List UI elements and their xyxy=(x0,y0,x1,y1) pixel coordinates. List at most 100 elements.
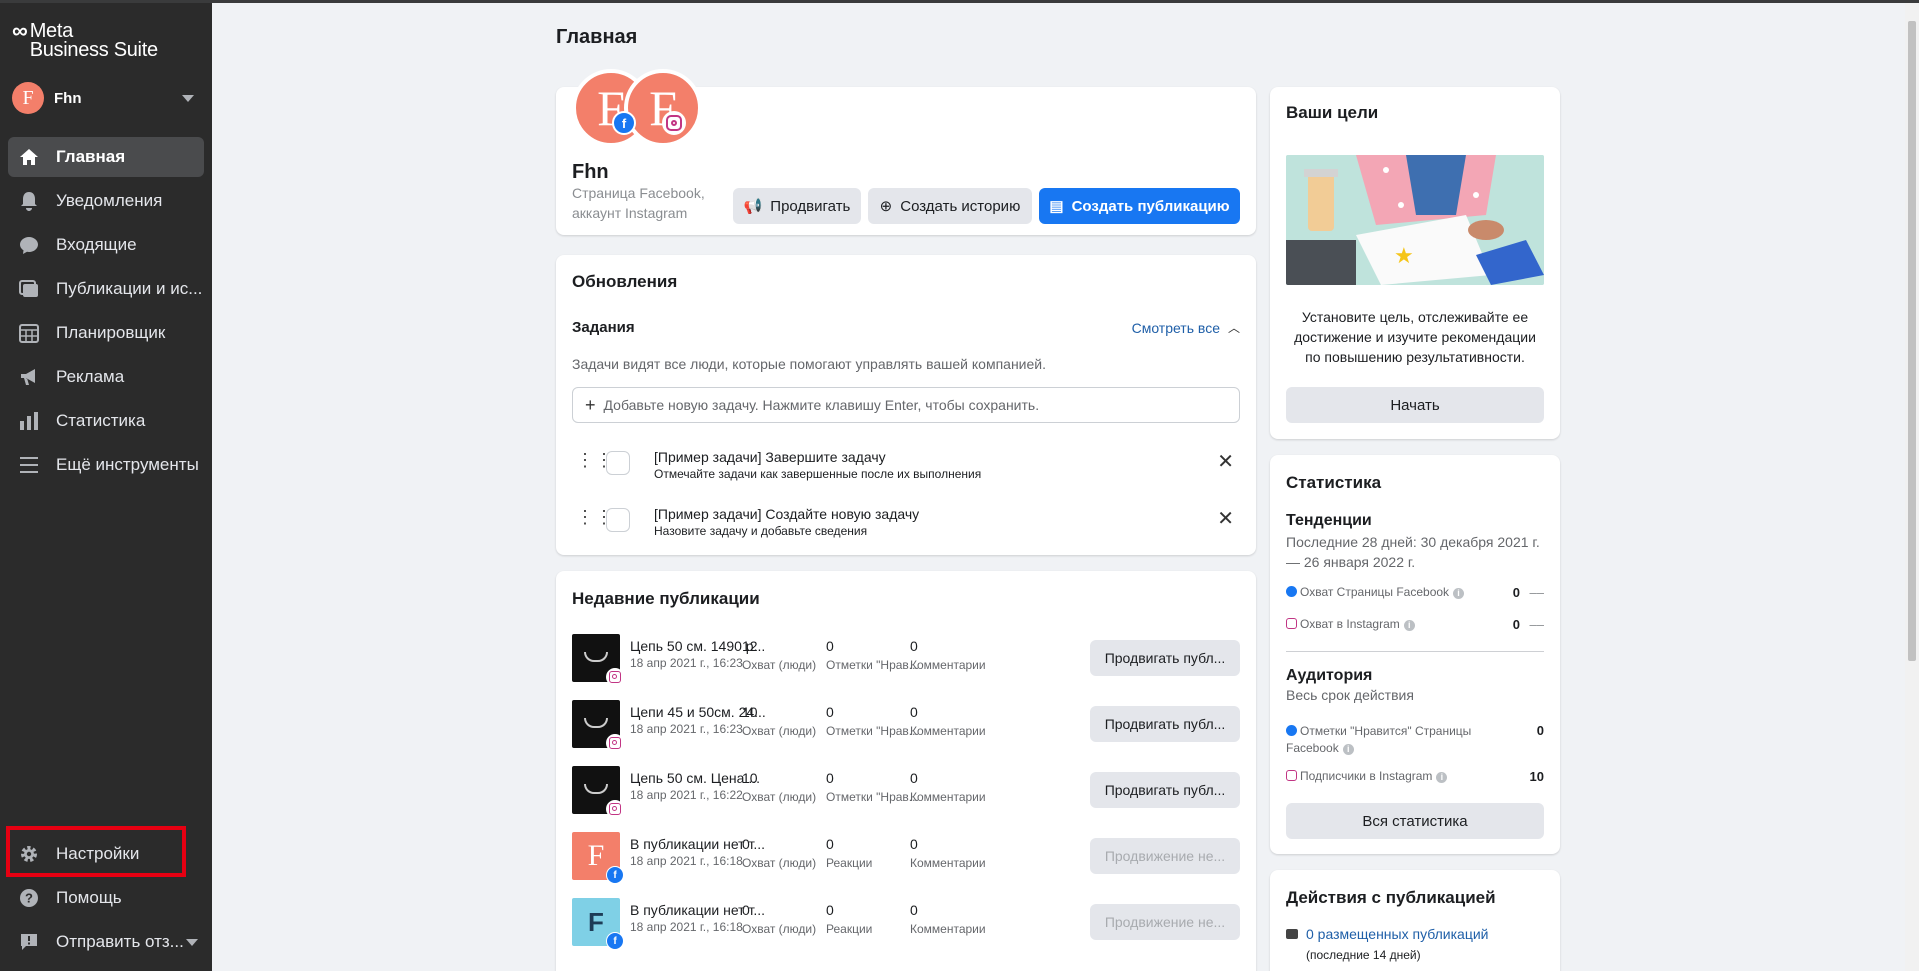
help-icon: ? xyxy=(18,887,40,909)
sidebar-item-posts[interactable]: Публикации и ис... xyxy=(8,269,204,309)
post-row[interactable]: FfВ публикации нет т... 18 апр 2021 г., 1… xyxy=(572,832,1240,884)
info-icon[interactable]: i xyxy=(1436,772,1448,783)
sidebar-item-label: Публикации и ис... xyxy=(56,279,203,298)
task-row: ⋮⋮ [Пример задачи] Создайте новую задачу… xyxy=(572,502,1240,550)
chain-photo xyxy=(584,784,608,794)
post-metric-likes: 0 Отметки "Нрав... xyxy=(826,638,919,672)
post-row[interactable]: Цепь 50 см. 1490 р... 18 апр 2021 г., 16:… xyxy=(572,634,1240,686)
promote-post-button[interactable]: Продвигать публ... xyxy=(1090,772,1240,808)
page-scrollbar[interactable] xyxy=(1905,3,1919,971)
post-row[interactable]: Цепи 45 и 50см. 24... 18 апр 2021 г., 16:… xyxy=(572,700,1240,752)
sidebar-item-more-tools[interactable]: Ещё инструменты xyxy=(8,445,204,485)
avatar: F xyxy=(12,82,44,114)
caret-down-icon xyxy=(186,938,198,946)
instagram-icon xyxy=(1286,618,1297,629)
statistics-title: Статистика xyxy=(1286,473,1382,492)
sidebar-item-ads[interactable]: Реклама xyxy=(8,357,204,397)
sidebar-item-label: Ещё инструменты xyxy=(56,455,199,474)
trends-title: Тенденции xyxy=(1286,512,1372,529)
chain-photo xyxy=(584,652,608,662)
logo-text-bottom: Business Suite xyxy=(29,39,158,61)
drag-handle-icon[interactable]: ⋮⋮ xyxy=(576,508,613,526)
profile-name[interactable]: Fhn xyxy=(572,161,609,184)
post-metric-comments: 0 Комментарии xyxy=(910,770,986,804)
account-switcher[interactable]: F Fhn xyxy=(12,81,200,115)
instagram-account-avatar[interactable]: F xyxy=(624,69,702,147)
post-metric-comments: 0 Комментарии xyxy=(910,638,986,672)
sidebar-item-home[interactable]: Главная xyxy=(8,137,204,177)
task-row: ⋮⋮ [Пример задачи] Завершите задачу Отме… xyxy=(572,445,1240,493)
menu-icon xyxy=(18,454,40,476)
info-icon[interactable]: i xyxy=(1453,588,1465,599)
post-actions-card: Действия с публикацией 0 размещенных пуб… xyxy=(1270,870,1560,971)
tasks-description: Задачи видят все люди, которые помогают … xyxy=(572,356,1046,372)
fb-likes-row: Отметки "Нравится" Страницы Facebook i xyxy=(1286,724,1472,755)
start-goal-button[interactable]: Начать xyxy=(1286,387,1544,423)
posts-list-icon xyxy=(1286,929,1298,939)
instagram-icon xyxy=(1286,770,1297,781)
meta-business-suite-logo[interactable]: ∞ Meta Business Suite xyxy=(12,18,158,61)
ig-followers-value: 10 xyxy=(1529,769,1544,784)
drag-handle-icon[interactable]: ⋮⋮ xyxy=(576,451,613,469)
chain-photo xyxy=(584,718,608,728)
promote-post-button[interactable]: Продвигать публ... xyxy=(1090,706,1240,742)
recent-posts-card: Недавние публикации Цепь 50 см. 1490 р..… xyxy=(556,571,1256,971)
goals-card: Ваши цели ★ Установите цель, отслеживайт… xyxy=(1270,87,1560,439)
close-icon[interactable]: ✕ xyxy=(1217,506,1234,531)
sidebar-item-label: Помощь xyxy=(56,888,122,907)
profile-type-line1: Страница Facebook, xyxy=(572,185,705,201)
task-subtitle: Отмечайте задачи как завершенные после и… xyxy=(654,467,982,481)
megaphone-icon: 📢 xyxy=(743,198,763,215)
all-statistics-button[interactable]: Вся статистика xyxy=(1286,803,1544,839)
ig-followers-row: Подписчики в Instagram i xyxy=(1286,769,1544,783)
post-date: 18 апр 2021 г., 16:22 xyxy=(630,788,743,802)
fb-reach-value: 0 xyxy=(1512,585,1520,600)
close-icon[interactable]: ✕ xyxy=(1217,449,1234,474)
recent-posts-title: Недавние публикации xyxy=(572,589,760,608)
create-post-button[interactable]: ▤ Создать публикацию xyxy=(1039,188,1240,224)
sidebar-item-label: Реклама xyxy=(56,367,125,386)
post-date: 18 апр 2021 г., 16:18 xyxy=(630,854,743,868)
plus-icon: + xyxy=(585,394,596,415)
sidebar-item-notifications[interactable]: Уведомления xyxy=(8,181,204,221)
post-date: 18 апр 2021 г., 16:23 xyxy=(630,656,743,670)
account-name: Fhn xyxy=(54,89,82,107)
new-task-placeholder: Добавьте новую задачу. Нажмите клавишу E… xyxy=(603,397,1040,413)
sidebar-item-inbox[interactable]: Входящие xyxy=(8,225,204,265)
task-checkbox[interactable] xyxy=(606,508,630,532)
published-posts-row: 0 размещенных публикаций xyxy=(1286,926,1488,942)
meta-logo-icon: ∞ xyxy=(12,18,28,43)
sidebar-item-label: Планировщик xyxy=(56,323,166,342)
statistics-card: Статистика Тенденции Последние 28 дней: … xyxy=(1270,455,1560,854)
new-task-input[interactable]: + Добавьте новую задачу. Нажмите клавишу… xyxy=(572,387,1240,423)
post-row[interactable]: Цепь 50 см. Цена ... 18 апр 2021 г., 16:2… xyxy=(572,766,1240,818)
post-date: 18 апр 2021 г., 16:18 xyxy=(630,920,743,934)
ig-reach-value: 0 xyxy=(1512,617,1520,632)
sidebar-item-help[interactable]: ? Помощь xyxy=(8,878,204,918)
info-icon[interactable]: i xyxy=(1403,620,1415,631)
info-icon[interactable]: i xyxy=(1342,744,1354,755)
task-checkbox[interactable] xyxy=(606,451,630,475)
see-all-link[interactable]: Смотреть все ︿ xyxy=(1132,319,1240,336)
create-story-button[interactable]: ⊕ Создать историю xyxy=(868,188,1032,224)
sidebar-item-planner[interactable]: Планировщик xyxy=(8,313,204,353)
scrollbar-thumb[interactable] xyxy=(1908,21,1916,661)
published-posts-link[interactable]: 0 размещенных публикаций xyxy=(1306,926,1488,942)
audience-range: Весь срок действия xyxy=(1286,687,1414,703)
promote-button[interactable]: 📢 Продвигать xyxy=(733,188,861,224)
home-icon xyxy=(18,146,40,168)
post-row[interactable]: FfВ публикации нет т... 18 апр 2021 г., 1… xyxy=(572,898,1240,950)
sidebar-item-feedback[interactable]: Отправить отз... xyxy=(8,922,204,962)
sidebar-item-label: Статистика xyxy=(56,411,146,430)
sidebar-item-label: Входящие xyxy=(56,235,137,254)
facebook-icon xyxy=(1286,725,1297,736)
sidebar-item-statistics[interactable]: Статистика xyxy=(8,401,204,441)
facebook-icon xyxy=(1286,586,1297,597)
instagram-icon xyxy=(606,800,624,818)
profile-type-line2: аккаунт Instagram xyxy=(572,205,688,221)
post-metric-reach: 10 Охват (люди) xyxy=(742,770,817,804)
post-metric-likes: 0 Реакции xyxy=(826,902,873,936)
post-metric-reach: 10 Охват (люди) xyxy=(742,704,817,738)
sidebar-nav: Главная Уведомления Входящие Публикации … xyxy=(8,137,204,489)
promote-post-button[interactable]: Продвигать публ... xyxy=(1090,640,1240,676)
